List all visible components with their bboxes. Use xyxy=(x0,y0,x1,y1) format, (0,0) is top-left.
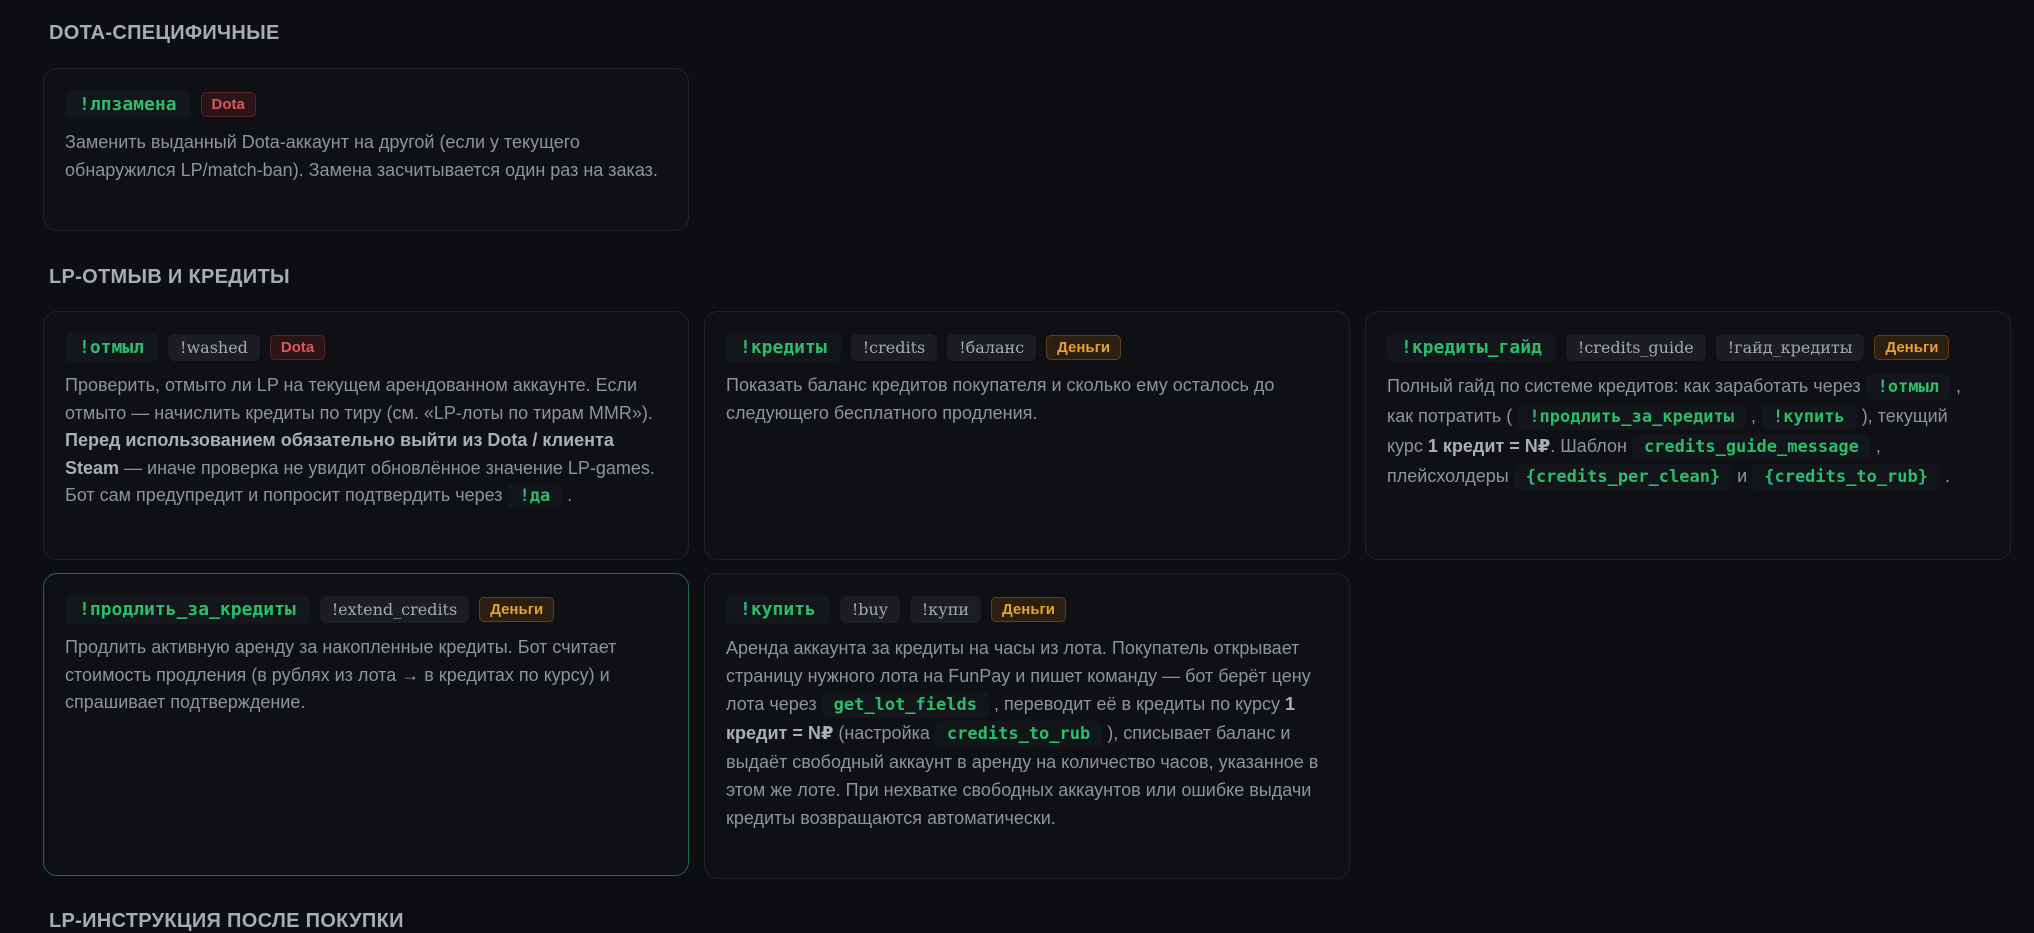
tag-money: Деньги xyxy=(1046,334,1122,360)
command-alias[interactable]: !гайд_кредиты xyxy=(1715,333,1865,361)
inline-code: !отмыл xyxy=(1865,374,1951,400)
command-alias[interactable]: !credits xyxy=(850,333,938,361)
inline-code: {credits_per_clean} xyxy=(1513,464,1733,490)
command-name[interactable]: !продлить_за_кредиты xyxy=(65,594,310,624)
command-card-prodlit: !продлить_за_кредиты !extend_credits Ден… xyxy=(43,573,689,876)
inline-code: get_lot_fields xyxy=(821,692,989,718)
command-name[interactable]: !кредиты xyxy=(726,332,841,362)
command-card-kupit: !купить !buy !купи Деньги Аренда аккаунт… xyxy=(704,573,1350,879)
inline-code: !да xyxy=(507,483,563,509)
command-card-otmyl: !отмыл !washed Dota Проверить, отмыто ли… xyxy=(43,311,689,560)
command-description: Полный гайд по системе кредитов: как зар… xyxy=(1387,372,1987,492)
inline-code: credits_to_rub xyxy=(934,721,1103,747)
command-alias[interactable]: !washed xyxy=(168,333,260,361)
tag-money: Деньги xyxy=(1874,334,1950,360)
command-alias[interactable]: !credits_guide xyxy=(1565,333,1706,361)
command-name[interactable]: !купить xyxy=(726,594,830,624)
command-name[interactable]: !отмыл xyxy=(65,332,159,362)
tag-money: Деньги xyxy=(479,596,555,622)
tag-money: Деньги xyxy=(991,596,1067,622)
section-title-dota: DOTA-СПЕЦИФИЧНЫЕ xyxy=(49,22,280,44)
inline-code: !продлить_за_кредиты xyxy=(1517,404,1747,430)
command-card-kredity-guide: !кредиты_гайд !credits_guide !гайд_креди… xyxy=(1365,311,2011,560)
command-card-kredity: !кредиты !credits !баланс Деньги Показат… xyxy=(704,311,1350,560)
inline-code: {credits_to_rub} xyxy=(1752,464,1940,490)
command-name[interactable]: !лпзамена xyxy=(65,89,191,119)
command-alias[interactable]: !баланс xyxy=(947,333,1037,361)
command-name[interactable]: !кредиты_гайд xyxy=(1387,332,1556,362)
section-title-lp-credits: LP-ОТМЫВ И КРЕДИТЫ xyxy=(49,266,290,288)
command-description: Проверить, отмыто ли LP на текущем аренд… xyxy=(65,372,665,511)
command-alias[interactable]: !купи xyxy=(909,595,982,623)
inline-code: credits_guide_message xyxy=(1631,434,1871,460)
command-card-lpzamena: !лпзамена Dota Заменить выданный Dota-ак… xyxy=(43,68,689,231)
command-description: Показать баланс кредитов покупателя и ск… xyxy=(726,375,1275,423)
command-description: Аренда аккаунта за кредиты на часы из ло… xyxy=(726,638,1319,828)
tag-dota: Dota xyxy=(200,91,256,117)
command-alias[interactable]: !extend_credits xyxy=(319,595,470,623)
command-description: Продлить активную аренду за накопленные … xyxy=(65,637,617,712)
command-description: Заменить выданный Dota-аккаунт на другой… xyxy=(65,132,658,180)
command-alias[interactable]: !buy xyxy=(839,595,900,623)
tag-dota: Dota xyxy=(269,334,326,360)
inline-code: !купить xyxy=(1761,404,1857,430)
